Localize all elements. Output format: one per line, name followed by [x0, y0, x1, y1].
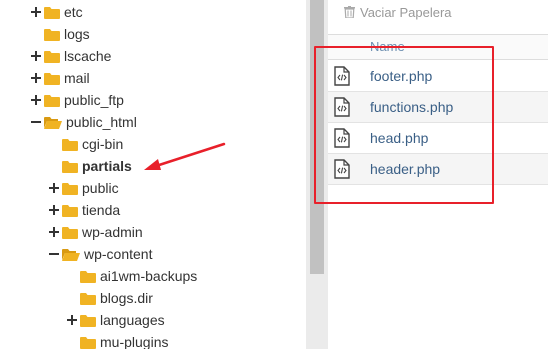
tree-item-label: lscache	[64, 48, 112, 64]
tree-item-blogs-dir[interactable]: blogs.dir	[66, 287, 153, 309]
expand-icon[interactable]	[66, 314, 78, 326]
expand-icon[interactable]	[48, 204, 60, 216]
tree-item-label: tienda	[82, 202, 121, 218]
tree-item-label: public_html	[66, 114, 137, 130]
folder-icon	[80, 314, 96, 327]
folder-icon	[80, 292, 96, 305]
trash-icon	[344, 6, 355, 18]
tree-item-languages[interactable]: languages	[66, 309, 165, 331]
folder-icon	[44, 72, 60, 85]
tree-item-label: wp-content	[84, 246, 153, 262]
folder-icon	[44, 94, 60, 107]
open-folder-icon	[44, 116, 62, 129]
folder-icon	[44, 6, 60, 19]
tree-item-partials[interactable]: partials	[48, 155, 132, 177]
folder-icon	[62, 226, 78, 239]
tree-item-public-ftp[interactable]: public_ftp	[30, 89, 124, 111]
tree-item-label: logs	[64, 26, 90, 42]
folder-icon	[62, 138, 78, 151]
tree-item-etc[interactable]: etc	[30, 1, 83, 23]
collapse-icon[interactable]	[48, 248, 60, 260]
tree-item-label: public	[82, 180, 119, 196]
tree-item-cgi-bin[interactable]: cgi-bin	[48, 133, 123, 155]
collapse-icon[interactable]	[30, 116, 42, 128]
tree-item-public[interactable]: public	[48, 177, 119, 199]
folder-icon	[62, 182, 78, 195]
tree-item-lscache[interactable]: lscache	[30, 45, 111, 67]
tree-item-wp-content[interactable]: wp-content	[48, 243, 152, 265]
tree-item-label: ai1wm-backups	[100, 268, 198, 284]
folder-icon	[62, 204, 78, 217]
expand-icon[interactable]	[30, 6, 42, 18]
empty-trash-label: Vaciar Papelera	[360, 4, 452, 20]
tree-item-label: cgi-bin	[82, 136, 124, 152]
tree-item-label: etc	[64, 4, 83, 20]
expand-icon[interactable]	[30, 50, 42, 62]
folder-icon	[80, 270, 96, 283]
red-arrow-annotation	[144, 142, 226, 170]
highlight-box-annotation	[314, 46, 494, 204]
tree-item-mu-plugins[interactable]: mu-plugins	[66, 331, 168, 349]
folder-icon	[62, 160, 78, 173]
tree-item-logs[interactable]: logs	[30, 23, 90, 45]
folder-tree: etc logs lscache mail public_ftp public_…	[0, 0, 306, 349]
tree-item-label: blogs.dir	[100, 290, 153, 306]
tree-item-label: mu-plugins	[100, 334, 169, 349]
folder-icon	[44, 50, 60, 63]
empty-trash-button[interactable]: Vaciar Papelera	[328, 0, 548, 24]
tree-item-label: mail	[64, 70, 90, 86]
tree-item-tienda[interactable]: tienda	[48, 199, 120, 221]
expand-icon[interactable]	[30, 94, 42, 106]
tree-item-wp-admin[interactable]: wp-admin	[48, 221, 143, 243]
tree-item-label: wp-admin	[82, 224, 143, 240]
tree-item-label: public_ftp	[64, 92, 124, 108]
expand-icon[interactable]	[30, 72, 42, 84]
open-folder-icon	[62, 248, 80, 261]
tree-item-public-html[interactable]: public_html	[30, 111, 137, 133]
expand-icon[interactable]	[48, 182, 60, 194]
tree-item-ai1wm-backups[interactable]: ai1wm-backups	[66, 265, 197, 287]
tree-item-label: partials	[82, 158, 132, 174]
folder-icon	[80, 336, 96, 349]
tree-item-mail[interactable]: mail	[30, 67, 90, 89]
tree-item-label: languages	[100, 312, 165, 328]
folder-icon	[44, 28, 60, 41]
expand-icon[interactable]	[48, 226, 60, 238]
